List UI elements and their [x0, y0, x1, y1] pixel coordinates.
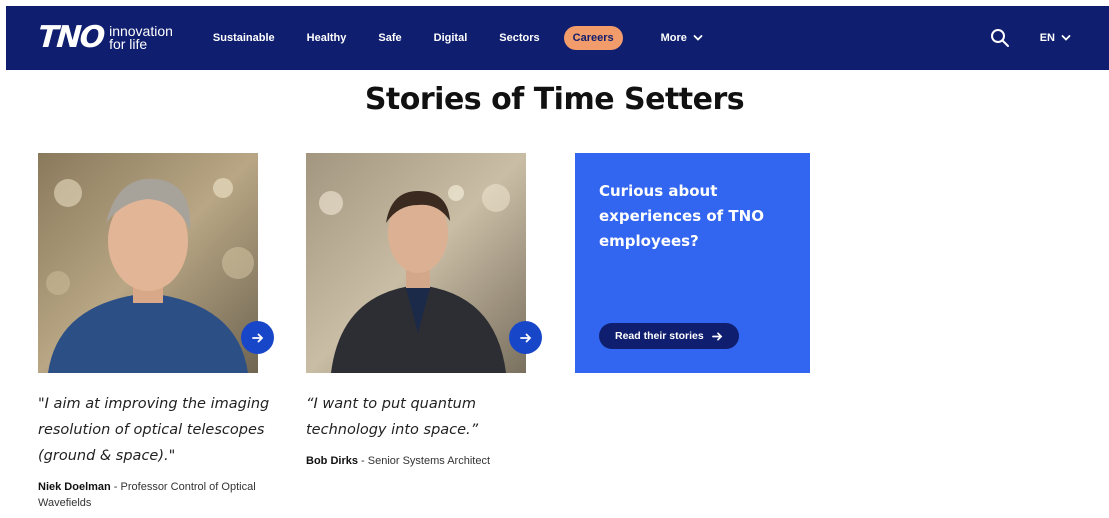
nav-healthy[interactable]: Healthy: [307, 32, 347, 44]
language-label: EN: [1039, 32, 1055, 44]
story-byline: Niek Doelman - Professor Control of Opti…: [38, 479, 278, 511]
page-title: Stories of Time Setters: [364, 82, 745, 117]
logo-tagline-line-2: for life: [109, 36, 148, 52]
nav-safe[interactable]: Safe: [378, 32, 401, 44]
nav-more[interactable]: More: [661, 32, 703, 44]
tno-logo[interactable]: TNO innovation for life: [36, 20, 173, 55]
cta-button-label: Read their stories: [615, 330, 704, 342]
story-author: Niek Doelman: [38, 481, 111, 493]
story-role: - Senior Systems Architect: [357, 455, 491, 467]
logo-mark: TNO: [36, 20, 105, 55]
chevron-down-icon: [693, 35, 703, 41]
site-header: TNO innovation for life Sustainable Heal…: [6, 6, 1109, 70]
arrow-right-icon: [711, 331, 723, 341]
search-icon[interactable]: [990, 28, 1010, 48]
portrait-image: [38, 153, 258, 373]
nav-more-label: More: [660, 32, 687, 44]
nav-sustainable[interactable]: Sustainable: [213, 32, 275, 44]
portrait-photo[interactable]: [306, 153, 526, 373]
story-quote: “I want to put quantum technology into s…: [306, 396, 479, 438]
story-arrow-button[interactable]: [509, 321, 542, 354]
arrow-right-icon: [251, 333, 263, 342]
nav-careers[interactable]: Careers: [563, 26, 623, 50]
language-selector[interactable]: EN: [1040, 32, 1071, 44]
nav-sectors[interactable]: Sectors: [499, 32, 539, 44]
portrait-image: [306, 153, 526, 373]
cta-heading: Curious about experiences of TNO employe…: [599, 182, 764, 250]
main-nav: Sustainable Healthy Safe Digital Sectors…: [213, 26, 735, 50]
story-author: Bob Dirks: [306, 455, 358, 467]
story-byline: Bob Dirks - Senior Systems Architect: [306, 453, 546, 469]
story-card-niek-doelman: "I aim at improving the imaging resoluti…: [38, 153, 278, 511]
logo-tagline: innovation for life: [109, 24, 173, 52]
header-tools: EN: [990, 6, 1071, 70]
read-their-stories-button[interactable]: Read their stories: [599, 323, 739, 349]
story-card-bob-dirks: “I want to put quantum technology into s…: [306, 153, 546, 469]
arrow-right-icon: [519, 333, 531, 342]
story-quote: "I aim at improving the imaging resoluti…: [38, 396, 270, 464]
chevron-down-icon: [1061, 35, 1071, 41]
portrait-photo[interactable]: [38, 153, 258, 373]
nav-digital[interactable]: Digital: [434, 32, 468, 44]
employee-stories-cta: Curious about experiences of TNO employe…: [575, 153, 810, 373]
story-arrow-button[interactable]: [241, 321, 274, 354]
